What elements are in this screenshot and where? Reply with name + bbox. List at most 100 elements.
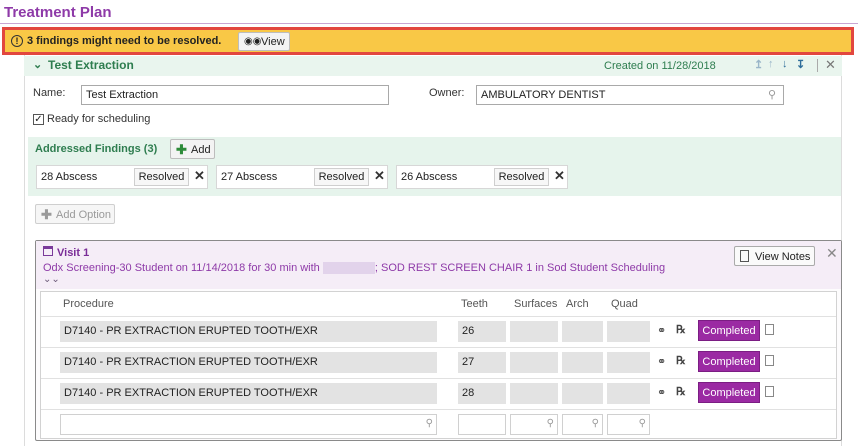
completed-status-button[interactable]: Completed (698, 351, 760, 372)
finding-chip: 27 Abscess Resolved ✕ (216, 165, 388, 189)
link-icon[interactable]: ⚭ (657, 355, 666, 368)
search-icon: ⚲ (638, 418, 646, 429)
link-icon[interactable]: ⚭ (657, 324, 666, 337)
addressed-findings-title: Addressed Findings (3) (35, 143, 158, 155)
finding-chip: 28 Abscess Resolved ✕ (36, 165, 208, 189)
page-title: Treatment Plan (4, 4, 112, 21)
completed-status-button[interactable]: Completed (698, 320, 760, 341)
procedure-cell[interactable]: D7140 - PR EXTRACTION ERUPTED TOOTH/EXR (60, 352, 437, 373)
surfaces-cell[interactable] (510, 383, 558, 404)
procedure-search-input[interactable]: ⚲ (60, 414, 437, 435)
arch-input[interactable]: ⚲ (562, 414, 603, 435)
finding-label: 27 Abscess (221, 171, 278, 183)
teeth-input[interactable] (458, 414, 506, 435)
finding-chip: 26 Abscess Resolved ✕ (396, 165, 568, 189)
surfaces-input[interactable]: ⚲ (510, 414, 558, 435)
column-header-surfaces: Surfaces (514, 298, 558, 310)
quad-cell[interactable] (607, 352, 650, 373)
addressed-findings-panel: Addressed Findings (3) ✚ Add 28 Abscess … (28, 137, 841, 196)
owner-field[interactable]: AMBULATORY DENTIST (476, 85, 784, 105)
collapse-chevron-icon[interactable]: ⌄ (33, 58, 42, 71)
remove-finding-icon[interactable]: ✕ (194, 168, 205, 184)
ready-for-scheduling-label: Ready for scheduling (47, 113, 151, 125)
visit-details-post: ; SOD REST SCREEN CHAIR 1 in Sod Student… (374, 262, 666, 274)
owner-label: Owner: (429, 87, 465, 99)
table-row: D7140 - PR EXTRACTION ERUPTED TOOTH/EXR … (41, 316, 836, 347)
created-date: Created on 11/28/2018 (604, 60, 716, 72)
search-icon: ⚲ (591, 418, 599, 429)
calendar-icon (43, 246, 53, 256)
view-button-label: View (261, 36, 285, 48)
resolved-status-button[interactable]: Resolved (314, 168, 369, 186)
move-top-icon[interactable]: ↥ (754, 58, 763, 71)
document-icon[interactable] (765, 386, 774, 397)
finding-label: 26 Abscess (401, 171, 458, 183)
name-field[interactable]: Test Extraction (81, 85, 389, 105)
document-icon[interactable] (765, 355, 774, 366)
notes-icon (740, 250, 749, 262)
plus-icon: ✚ (41, 207, 52, 222)
search-icon: ⚲ (425, 418, 433, 429)
resolved-status-button[interactable]: Resolved (494, 168, 549, 186)
visit-details-pre: Odx Screening-30 Student on 11/14/2018 f… (43, 262, 320, 274)
column-header-teeth: Teeth (461, 298, 488, 310)
teeth-cell[interactable]: 28 (458, 383, 506, 404)
banner-message: 3 findings might need to be resolved. (27, 35, 222, 47)
quad-cell[interactable] (607, 321, 650, 342)
search-icon: ⚲ (546, 418, 554, 429)
rx-icon[interactable]: ℞ (676, 385, 686, 398)
close-visit-icon[interactable]: ✕ (826, 245, 838, 262)
binoculars-icon: ◉◉ (244, 36, 262, 47)
teeth-cell[interactable]: 26 (458, 321, 506, 342)
arch-cell[interactable] (562, 321, 603, 342)
column-header-procedure: Procedure (63, 298, 114, 310)
document-icon[interactable] (765, 324, 774, 335)
findings-warning-banner: ! 3 findings might need to be resolved. … (2, 27, 854, 55)
rx-icon[interactable]: ℞ (676, 354, 686, 367)
resolved-status-button[interactable]: Resolved (134, 168, 189, 186)
add-finding-button[interactable]: ✚ Add (170, 139, 215, 159)
arch-cell[interactable] (562, 352, 603, 373)
remove-finding-icon[interactable]: ✕ (554, 168, 565, 184)
add-button-label: Add (191, 144, 211, 156)
completed-status-button[interactable]: Completed (698, 382, 760, 403)
move-up-icon[interactable]: ↑ (768, 58, 774, 70)
view-findings-button[interactable]: ◉◉ View (238, 32, 290, 51)
ready-for-scheduling-checkbox[interactable]: ✓ (33, 114, 44, 125)
move-bottom-icon[interactable]: ↧ (796, 58, 805, 71)
search-icon[interactable]: ⚲ (768, 88, 776, 101)
add-option-label: Add Option (56, 209, 112, 221)
procedure-cell[interactable]: D7140 - PR EXTRACTION ERUPTED TOOTH/EXR (60, 321, 437, 342)
surfaces-cell[interactable] (510, 352, 558, 373)
move-down-icon[interactable]: ↓ (782, 58, 788, 70)
quad-cell[interactable] (607, 383, 650, 404)
table-row: D7140 - PR EXTRACTION ERUPTED TOOTH/EXR … (41, 347, 836, 378)
arch-cell[interactable] (562, 383, 603, 404)
teeth-cell[interactable]: 27 (458, 352, 506, 373)
link-icon[interactable]: ⚭ (657, 386, 666, 399)
column-header-quad: Quad (611, 298, 638, 310)
surfaces-cell[interactable] (510, 321, 558, 342)
procedure-cell[interactable]: D7140 - PR EXTRACTION ERUPTED TOOTH/EXR (60, 383, 437, 404)
redacted-provider (322, 262, 375, 275)
name-label: Name: (33, 87, 66, 99)
plus-icon: ✚ (176, 142, 187, 157)
column-header-arch: Arch (566, 298, 589, 310)
new-procedure-row: ⚲ ⚲ ⚲ ⚲ (41, 409, 836, 440)
add-option-button[interactable]: ✚ Add Option (35, 204, 115, 224)
quad-input[interactable]: ⚲ (607, 414, 650, 435)
remove-finding-icon[interactable]: ✕ (374, 168, 385, 184)
procedure-grid: Procedure Teeth Surfaces Arch Quad D7140… (40, 291, 837, 439)
plan-name-heading: Test Extraction (48, 58, 134, 72)
finding-label: 28 Abscess (41, 171, 98, 183)
close-plan-icon[interactable]: ✕ (825, 57, 836, 73)
title-divider (0, 23, 858, 24)
view-notes-label: View Notes (755, 251, 811, 263)
rx-icon[interactable]: ℞ (676, 323, 686, 336)
expand-chevrons-icon[interactable]: ⌄⌄ (43, 274, 60, 285)
plan-header: ⌄ Test Extraction Created on 11/28/2018 … (24, 56, 842, 76)
view-notes-button[interactable]: View Notes (734, 246, 815, 266)
visit-details[interactable]: Odx Screening-30 Student on 11/14/2018 f… (43, 262, 666, 275)
visit-title: Visit 1 (57, 247, 90, 259)
visit-header: Visit 1 Odx Screening-30 Student on 11/1… (36, 241, 841, 289)
